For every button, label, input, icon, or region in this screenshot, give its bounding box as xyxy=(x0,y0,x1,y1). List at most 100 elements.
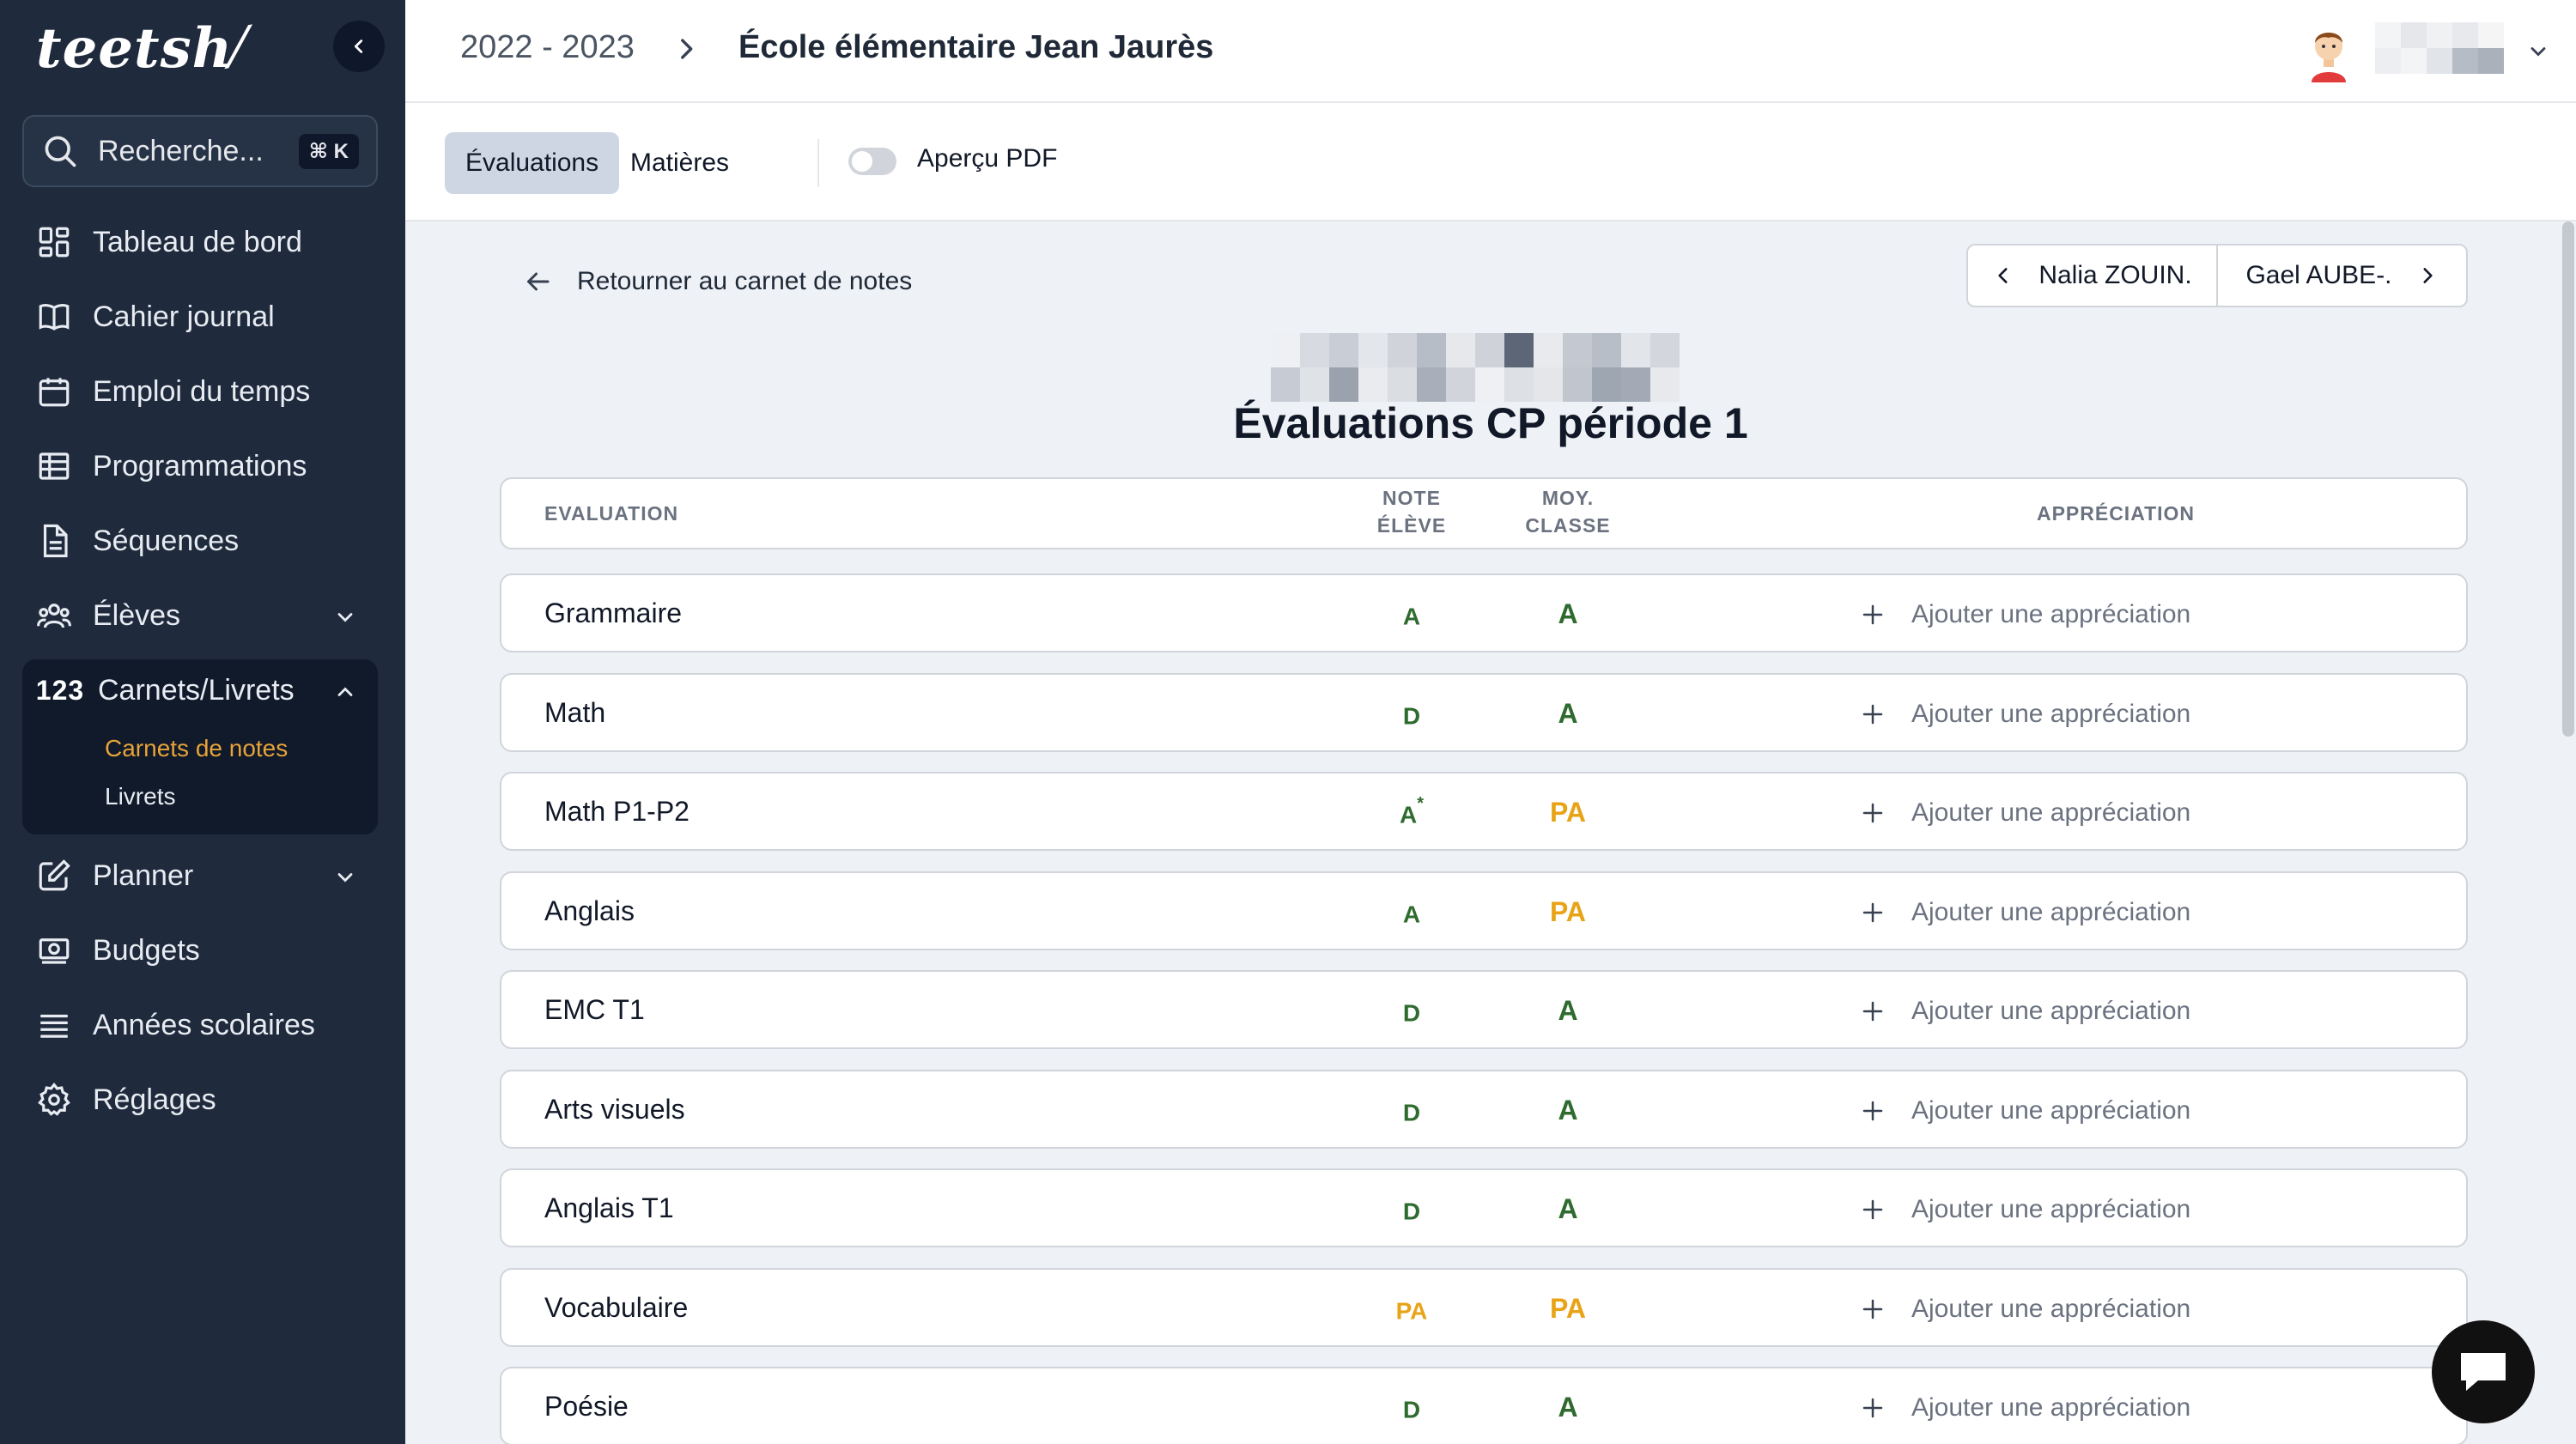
plus-icon xyxy=(1860,1098,1886,1124)
previous-student-button[interactable]: Nalia ZOUIN. xyxy=(1968,246,2216,306)
student-grade-value: A xyxy=(1399,801,1418,828)
add-appreciation-button[interactable]: Ajouter une appréciation xyxy=(1860,894,2190,931)
top-bar: 2022 - 2023 École élémentaire Jean Jaurè… xyxy=(405,0,2576,103)
sidebar-item-cahier-journal[interactable]: Cahier journal xyxy=(22,286,378,348)
sidebar-item-label: Réglages xyxy=(93,1083,216,1116)
teetsh-logo[interactable]: teetsh ⁄ xyxy=(36,12,249,84)
search-input[interactable]: Recherche... ⌘ K xyxy=(22,115,378,187)
column-header-moy-line1: MOY. xyxy=(1541,487,1595,509)
table-row[interactable]: Anglais A PA Ajouter une appréciation xyxy=(500,871,2468,950)
sidebar-item-annees-scolaires[interactable]: Années scolaires xyxy=(22,994,378,1056)
pdf-preview-label: Aperçu PDF xyxy=(917,144,1058,173)
table-row[interactable]: Arts visuels D A Ajouter une appréciation xyxy=(500,1069,2468,1149)
table-row[interactable]: Anglais T1 D A Ajouter une appréciation xyxy=(500,1168,2468,1247)
student-grade[interactable]: D xyxy=(1360,701,1463,730)
sidebar-item-eleves[interactable]: Élèves xyxy=(22,585,378,646)
student-grade[interactable]: A xyxy=(1360,601,1463,630)
back-link-label: Retourner au carnet de notes xyxy=(577,267,913,295)
back-to-gradebook-link[interactable]: Retourner au carnet de notes xyxy=(522,256,912,307)
evaluation-name: Vocabulaire xyxy=(544,1291,689,1323)
table-row[interactable]: Vocabulaire PA PA Ajouter une appréciation xyxy=(500,1267,2468,1347)
sidebar: teetsh ⁄ Recherche... ⌘ K Tableau de bord… xyxy=(0,0,405,1444)
add-appreciation-button[interactable]: Ajouter une appréciation xyxy=(1860,1290,2190,1328)
column-header-note-eleve: NOTE ÉLÈVE xyxy=(1360,484,1463,539)
sidebar-item-label: Budgets xyxy=(93,933,200,967)
table-row[interactable]: EMC T1 D A Ajouter une appréciation xyxy=(500,970,2468,1049)
plus-icon xyxy=(1860,701,1886,727)
student-grade[interactable]: D xyxy=(1360,998,1463,1027)
sidebar-item-programmations[interactable]: Programmations xyxy=(22,435,378,497)
avatar[interactable] xyxy=(2301,21,2356,82)
add-appreciation-button[interactable]: Ajouter une appréciation xyxy=(1860,794,2190,832)
users-icon xyxy=(34,596,74,635)
tab-matieres[interactable]: Matières xyxy=(610,132,750,194)
student-grade-value: D xyxy=(1402,701,1421,729)
scrollbar[interactable] xyxy=(2562,221,2574,737)
sidebar-item-planner[interactable]: Planner xyxy=(22,845,378,907)
grade-mark: * xyxy=(1417,794,1425,813)
table-row[interactable]: Math P1-P2 A* PA Ajouter une appréciation xyxy=(500,772,2468,851)
sidebar-subitem-carnets-de-notes[interactable]: Carnets de notes xyxy=(105,735,288,762)
evaluation-name: Math P1-P2 xyxy=(544,796,690,827)
divider xyxy=(817,139,819,187)
list-icon xyxy=(34,1005,74,1045)
pdf-preview-toggle[interactable] xyxy=(848,148,896,175)
toggle-knob xyxy=(852,151,872,172)
student-grade[interactable]: A* xyxy=(1360,794,1463,828)
sidebar-subitem-livrets[interactable]: Livrets xyxy=(105,783,175,810)
breadcrumb-school: École élémentaire Jean Jaurès xyxy=(738,29,1214,65)
add-appreciation-label: Ajouter une appréciation xyxy=(1911,1294,2191,1323)
add-appreciation-button[interactable]: Ajouter une appréciation xyxy=(1860,596,2190,634)
sidebar-item-carnets-livrets[interactable]: 123 Carnets/Livrets xyxy=(22,659,378,721)
add-appreciation-button[interactable]: Ajouter une appréciation xyxy=(1860,1389,2190,1427)
column-header-moy-classe: MOY. CLASSE xyxy=(1516,484,1619,539)
table-icon xyxy=(34,446,74,486)
tab-evaluations[interactable]: Évaluations xyxy=(445,132,620,194)
student-grade-value: A xyxy=(1402,900,1421,927)
table-row[interactable]: Grammaire A A Ajouter une appréciation xyxy=(500,573,2468,652)
user-name-blurred[interactable] xyxy=(2375,22,2504,74)
evaluation-name: Grammaire xyxy=(544,598,683,628)
table-header: EVALUATION NOTE ÉLÈVE MOY. CLASSE APPRÉC… xyxy=(500,477,2468,549)
next-student-button[interactable]: Gael AUBE-. xyxy=(2216,246,2466,306)
column-header-appreciation: APPRÉCIATION xyxy=(2036,502,2196,525)
sidebar-item-label: Tableau de bord xyxy=(93,225,302,258)
chevron-right-icon xyxy=(671,34,701,68)
sidebar-item-dashboard[interactable]: Tableau de bord xyxy=(22,211,378,273)
student-grade[interactable]: PA xyxy=(1360,1295,1463,1325)
student-grade-value: D xyxy=(1402,1098,1421,1125)
add-appreciation-button[interactable]: Ajouter une appréciation xyxy=(1860,1092,2190,1130)
sidebar-item-label: Planner xyxy=(93,859,194,892)
chevron-down-icon[interactable] xyxy=(2526,39,2550,68)
column-header-evaluation: EVALUATION xyxy=(544,502,679,525)
sidebar-item-budgets[interactable]: Budgets xyxy=(22,919,378,981)
add-appreciation-label: Ajouter une appréciation xyxy=(1911,1393,2191,1422)
calendar-icon xyxy=(34,372,74,411)
add-appreciation-button[interactable]: Ajouter une appréciation xyxy=(1860,1191,2190,1229)
evaluation-name: EMC T1 xyxy=(544,994,645,1025)
tabs-bar: Évaluations Matières Aperçu PDF xyxy=(405,103,2576,221)
class-average: A xyxy=(1558,1193,1578,1224)
breadcrumb-year[interactable]: 2022 - 2023 xyxy=(460,29,635,66)
class-average: A xyxy=(1558,1094,1578,1125)
chat-button[interactable] xyxy=(2432,1320,2535,1423)
student-grade[interactable]: D xyxy=(1360,1394,1463,1423)
add-appreciation-button[interactable]: Ajouter une appréciation xyxy=(1860,992,2190,1030)
table-row[interactable]: Math D A Ajouter une appréciation xyxy=(500,672,2468,752)
student-grade[interactable]: A xyxy=(1360,899,1463,928)
sidebar-item-emploi-du-temps[interactable]: Emploi du temps xyxy=(22,361,378,422)
student-grade-value: PA xyxy=(1395,1296,1428,1324)
gear-icon xyxy=(34,1080,74,1119)
student-navigation: Nalia ZOUIN. Gael AUBE-. xyxy=(1966,244,2468,307)
add-appreciation-label: Ajouter une appréciation xyxy=(1911,1195,2191,1223)
sidebar-item-reglages[interactable]: Réglages xyxy=(22,1069,378,1131)
student-name-blurred xyxy=(1271,333,1680,402)
student-grade[interactable]: D xyxy=(1360,1097,1463,1126)
collapse-sidebar-button[interactable] xyxy=(333,21,385,72)
sidebar-item-sequences[interactable]: Séquences xyxy=(22,510,378,572)
student-grade[interactable]: D xyxy=(1360,1196,1463,1225)
add-appreciation-button[interactable]: Ajouter une appréciation xyxy=(1860,695,2190,733)
edit-icon xyxy=(34,856,74,895)
table-row[interactable]: Poésie D A Ajouter une appréciation xyxy=(500,1367,2468,1444)
chevron-left-icon xyxy=(354,39,363,53)
